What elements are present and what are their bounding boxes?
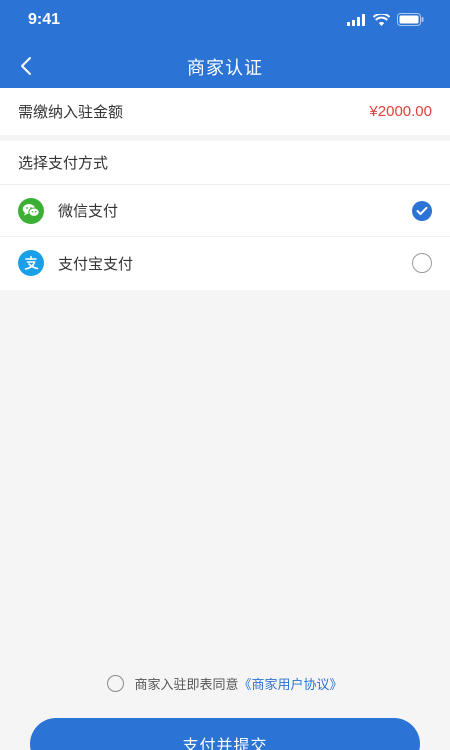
status-bar: 9:41: [0, 0, 450, 44]
agreement-checkbox[interactable]: [107, 674, 125, 692]
fee-amount-label: 需缴纳入驻金额: [18, 103, 124, 121]
signal-icon: [347, 13, 365, 26]
page-title: 商家认证: [187, 58, 263, 79]
status-time: 9:41: [28, 11, 61, 28]
payment-option-alipay[interactable]: 支付宝支付: [0, 237, 450, 289]
payment-option-wechat[interactable]: 微信支付: [0, 185, 450, 237]
pay-submit-label: 支付并提交: [182, 736, 268, 750]
app-header: 9:41 商家认证: [0, 0, 450, 88]
wifi-icon: [373, 13, 390, 26]
checkmark-icon: [416, 206, 428, 215]
payment-option-alipay-label: 支付宝支付: [58, 254, 134, 273]
fee-amount-row: 需缴纳入驻金额 ¥2000.00: [0, 88, 450, 135]
agreement-row: 商家入驻即表同意 《商家用户协议》: [0, 673, 450, 693]
fee-amount-value: ¥2000.00: [369, 103, 432, 120]
battery-icon: [397, 13, 424, 26]
pay-submit-button[interactable]: 支付并提交: [30, 718, 420, 750]
payment-method-section: 选择支付方式 微信支付 支付宝支付: [0, 141, 450, 290]
payment-option-wechat-label: 微信支付: [58, 202, 119, 220]
wechat-selected-radio[interactable]: [412, 200, 432, 221]
wechat-pay-icon: [18, 197, 44, 224]
payment-section-title: 选择支付方式: [18, 154, 109, 172]
agreement-text: 商家入驻即表同意: [134, 677, 239, 693]
payment-section-header: 选择支付方式: [0, 141, 450, 185]
agreement-link[interactable]: 《商家用户协议》: [239, 674, 343, 693]
alipay-unselected-radio[interactable]: [412, 253, 432, 273]
alipay-icon: [18, 250, 44, 276]
nav-bar: 商家认证: [0, 44, 450, 88]
status-icons: [347, 13, 424, 26]
